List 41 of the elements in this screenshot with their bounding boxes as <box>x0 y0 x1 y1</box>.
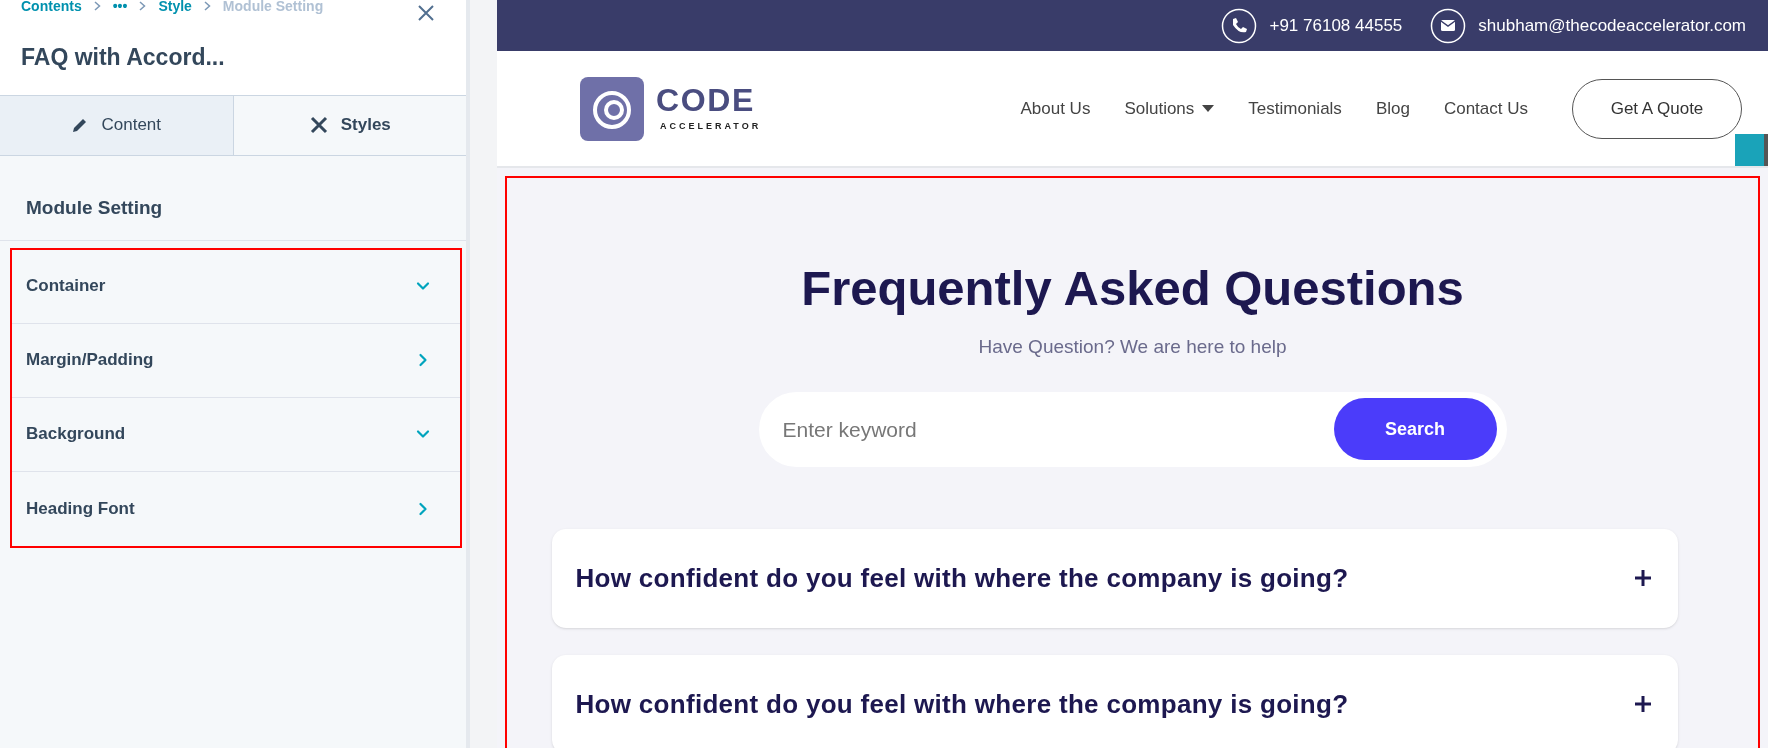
accordion-row[interactable]: Margin/Padding <box>12 323 460 398</box>
faq-heading: Frequently Asked Questions <box>801 260 1464 317</box>
faq-item[interactable]: How confident do you feel with where the company is going? <box>551 654 1678 748</box>
breadcrumb-link[interactable]: Style <box>158 0 192 17</box>
email-address: shubham@thecodeaccelerator.com <box>1478 14 1746 37</box>
caret-icon <box>1202 104 1215 113</box>
accordion-row[interactable]: Container <box>12 249 460 324</box>
phone-icon <box>1221 7 1258 44</box>
breadcrumb-link[interactable]: ••• <box>112 0 128 17</box>
search-button[interactable]: Search <box>1333 398 1497 461</box>
nav-link[interactable]: Testimonials <box>1248 95 1342 122</box>
section-title: Module Setting <box>0 155 466 241</box>
faq-question: How confident do you feel with where the company is going? <box>575 561 1349 595</box>
chevron-right-icon <box>203 1 211 11</box>
envelope-icon <box>1430 7 1467 44</box>
chevron-right-icon <box>139 1 147 11</box>
accordion-row[interactable]: Heading Font <box>12 471 460 546</box>
faq-question: How confident do you feel with where the company is going? <box>575 687 1349 721</box>
accordion-row[interactable]: Background <box>12 397 460 472</box>
breadcrumb-link[interactable]: Contents <box>21 0 82 17</box>
panel-title: FAQ with Accord... <box>21 43 226 72</box>
logo-icon <box>580 76 644 141</box>
panel-tab[interactable]: Content <box>0 95 234 155</box>
chevron-right-icon <box>93 1 101 11</box>
nav-link[interactable]: Solutions <box>1124 95 1215 122</box>
nav-link[interactable]: Blog <box>1375 95 1410 122</box>
nav-link[interactable]: About Us <box>1020 95 1091 122</box>
side-tab[interactable] <box>1735 134 1768 166</box>
breadcrumb-current: Module Setting <box>222 0 324 16</box>
phone-number: +91 76108 44555 <box>1269 14 1403 37</box>
faq-subheading: Have Question? We are here to help <box>978 335 1287 360</box>
accordion-label: Margin/Padding <box>26 349 154 372</box>
search-field[interactable]: Enter keyword Search <box>758 391 1507 467</box>
accordion-label: Background <box>26 423 126 446</box>
close-icon[interactable] <box>418 5 434 21</box>
logo-tagline: ACCELERATOR <box>660 119 762 133</box>
faq-item[interactable]: How confident do you feel with where the company is going? <box>551 528 1678 628</box>
logo-wordmark: CODE <box>656 83 756 116</box>
accordion-label: Container <box>26 275 106 298</box>
accordion-label: Heading Font <box>26 497 135 520</box>
nav-link[interactable]: Contact Us <box>1443 95 1528 122</box>
